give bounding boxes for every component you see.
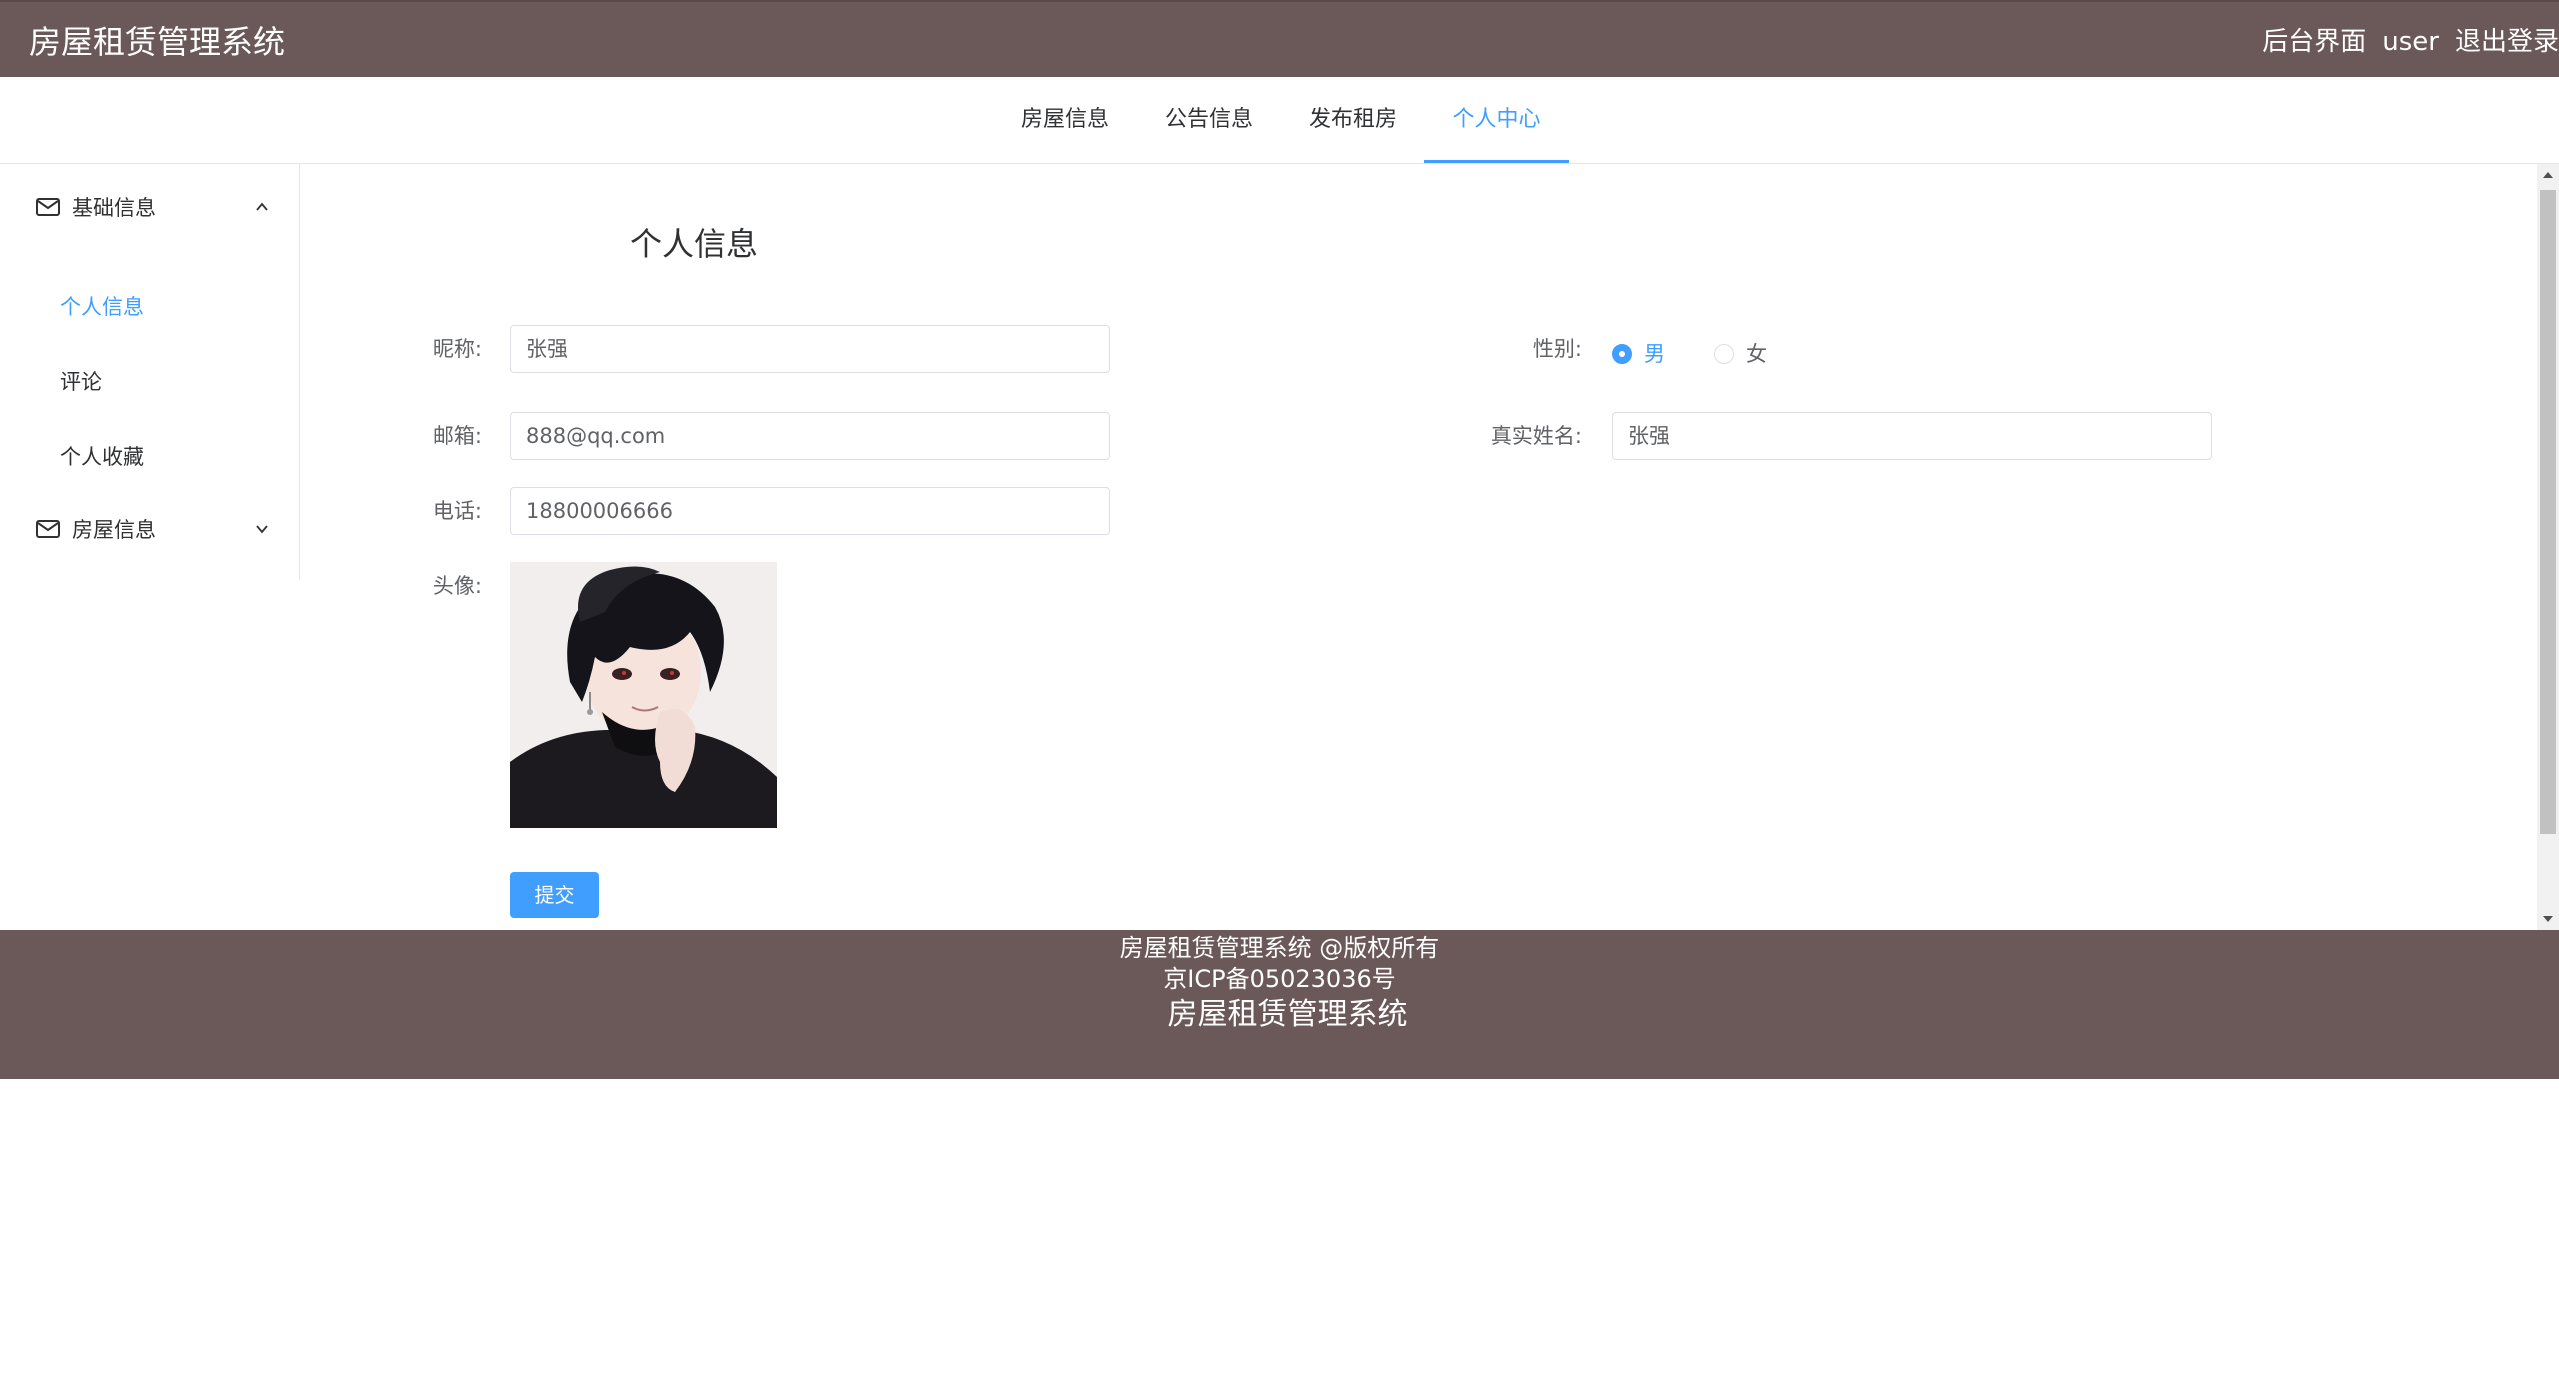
real-name-label: 真实姓名: xyxy=(1490,424,1582,448)
real-name-input[interactable]: 张强 xyxy=(1612,412,2212,460)
sidebar-item-label: 评论 xyxy=(60,370,102,394)
tab-house-info[interactable]: 房屋信息 xyxy=(1010,77,1120,163)
footer: 房屋租赁管理系统 @版权所有 京ICP备05023036号 房屋租赁管理系统 xyxy=(0,930,2559,1079)
app-title: 房屋租赁管理系统 xyxy=(29,23,286,61)
mail-icon xyxy=(36,198,60,216)
content-scrollbar[interactable] xyxy=(2537,164,2559,930)
nickname-input[interactable]: 张强 xyxy=(510,325,1110,373)
chevron-down-icon xyxy=(256,525,268,534)
radio-label: 女 xyxy=(1746,342,1767,366)
logout-link[interactable]: 退出登录 xyxy=(2455,24,2559,60)
chevron-up-icon xyxy=(256,202,268,211)
sidebar-item-favorites[interactable]: 个人收藏 xyxy=(0,422,299,492)
sidebar-group-basic-info[interactable]: 基础信息 xyxy=(0,166,299,250)
username-link[interactable]: user xyxy=(2382,24,2439,60)
main-content: 个人信息 昵称: 张强 性别: 男 女 邮箱: 888@qq.com 真实姓名:… xyxy=(300,164,2559,930)
radio-dot xyxy=(1612,344,1632,364)
radio-label: 男 xyxy=(1644,342,1665,366)
mail-icon xyxy=(36,520,60,538)
avatar-upload[interactable] xyxy=(510,562,777,828)
email-label: 邮箱: xyxy=(432,424,482,448)
gender-radio-female[interactable]: 女 xyxy=(1714,339,1767,369)
tab-announcements[interactable]: 公告信息 xyxy=(1154,77,1264,163)
sidebar-group-house-info[interactable]: 房屋信息 xyxy=(0,488,299,572)
phone-input[interactable]: 18800006666 xyxy=(510,487,1110,535)
scroll-up-arrow-icon[interactable] xyxy=(2543,172,2553,178)
email-input[interactable]: 888@qq.com xyxy=(510,412,1110,460)
top-header: 房屋租赁管理系统 后台界面 user 退出登录 xyxy=(0,0,2559,77)
footer-copyright: 房屋租赁管理系统 @版权所有 xyxy=(1119,934,1440,962)
footer-icp: 京ICP备05023036号 xyxy=(1163,965,1396,993)
sidebar-group-label: 房屋信息 xyxy=(72,518,156,542)
gender-radio-male[interactable]: 男 xyxy=(1612,339,1665,369)
scroll-thumb[interactable] xyxy=(2540,190,2556,834)
header-actions: 后台界面 user 退出登录 xyxy=(2246,24,2559,60)
radio-dot xyxy=(1714,344,1734,364)
sidebar-item-comments[interactable]: 评论 xyxy=(0,347,299,417)
sidebar-item-label: 个人收藏 xyxy=(60,445,144,469)
avatar-image xyxy=(510,562,777,828)
phone-label: 电话: xyxy=(432,499,482,523)
scroll-down-arrow-icon[interactable] xyxy=(2543,916,2553,922)
footer-system-name: 房屋租赁管理系统 xyxy=(1167,997,1408,1032)
sidebar-item-personal-info[interactable]: 个人信息 xyxy=(0,272,299,342)
submit-button[interactable]: 提交 xyxy=(510,872,599,918)
gender-label: 性别: xyxy=(1532,337,1582,361)
main-nav: 房屋信息 公告信息 发布租房 个人中心 xyxy=(0,77,2559,164)
tab-publish-rental[interactable]: 发布租房 xyxy=(1298,77,1408,163)
admin-link[interactable]: 后台界面 xyxy=(2262,24,2366,60)
nickname-label: 昵称: xyxy=(432,337,482,361)
sidebar: 基础信息 个人信息 评论 个人收藏 房屋信息 xyxy=(0,164,300,580)
page-title: 个人信息 xyxy=(630,225,759,263)
sidebar-group-label: 基础信息 xyxy=(72,196,156,220)
tab-personal-center[interactable]: 个人中心 xyxy=(1424,77,1569,163)
avatar-label: 头像: xyxy=(432,574,482,598)
sidebar-item-label: 个人信息 xyxy=(60,295,144,319)
